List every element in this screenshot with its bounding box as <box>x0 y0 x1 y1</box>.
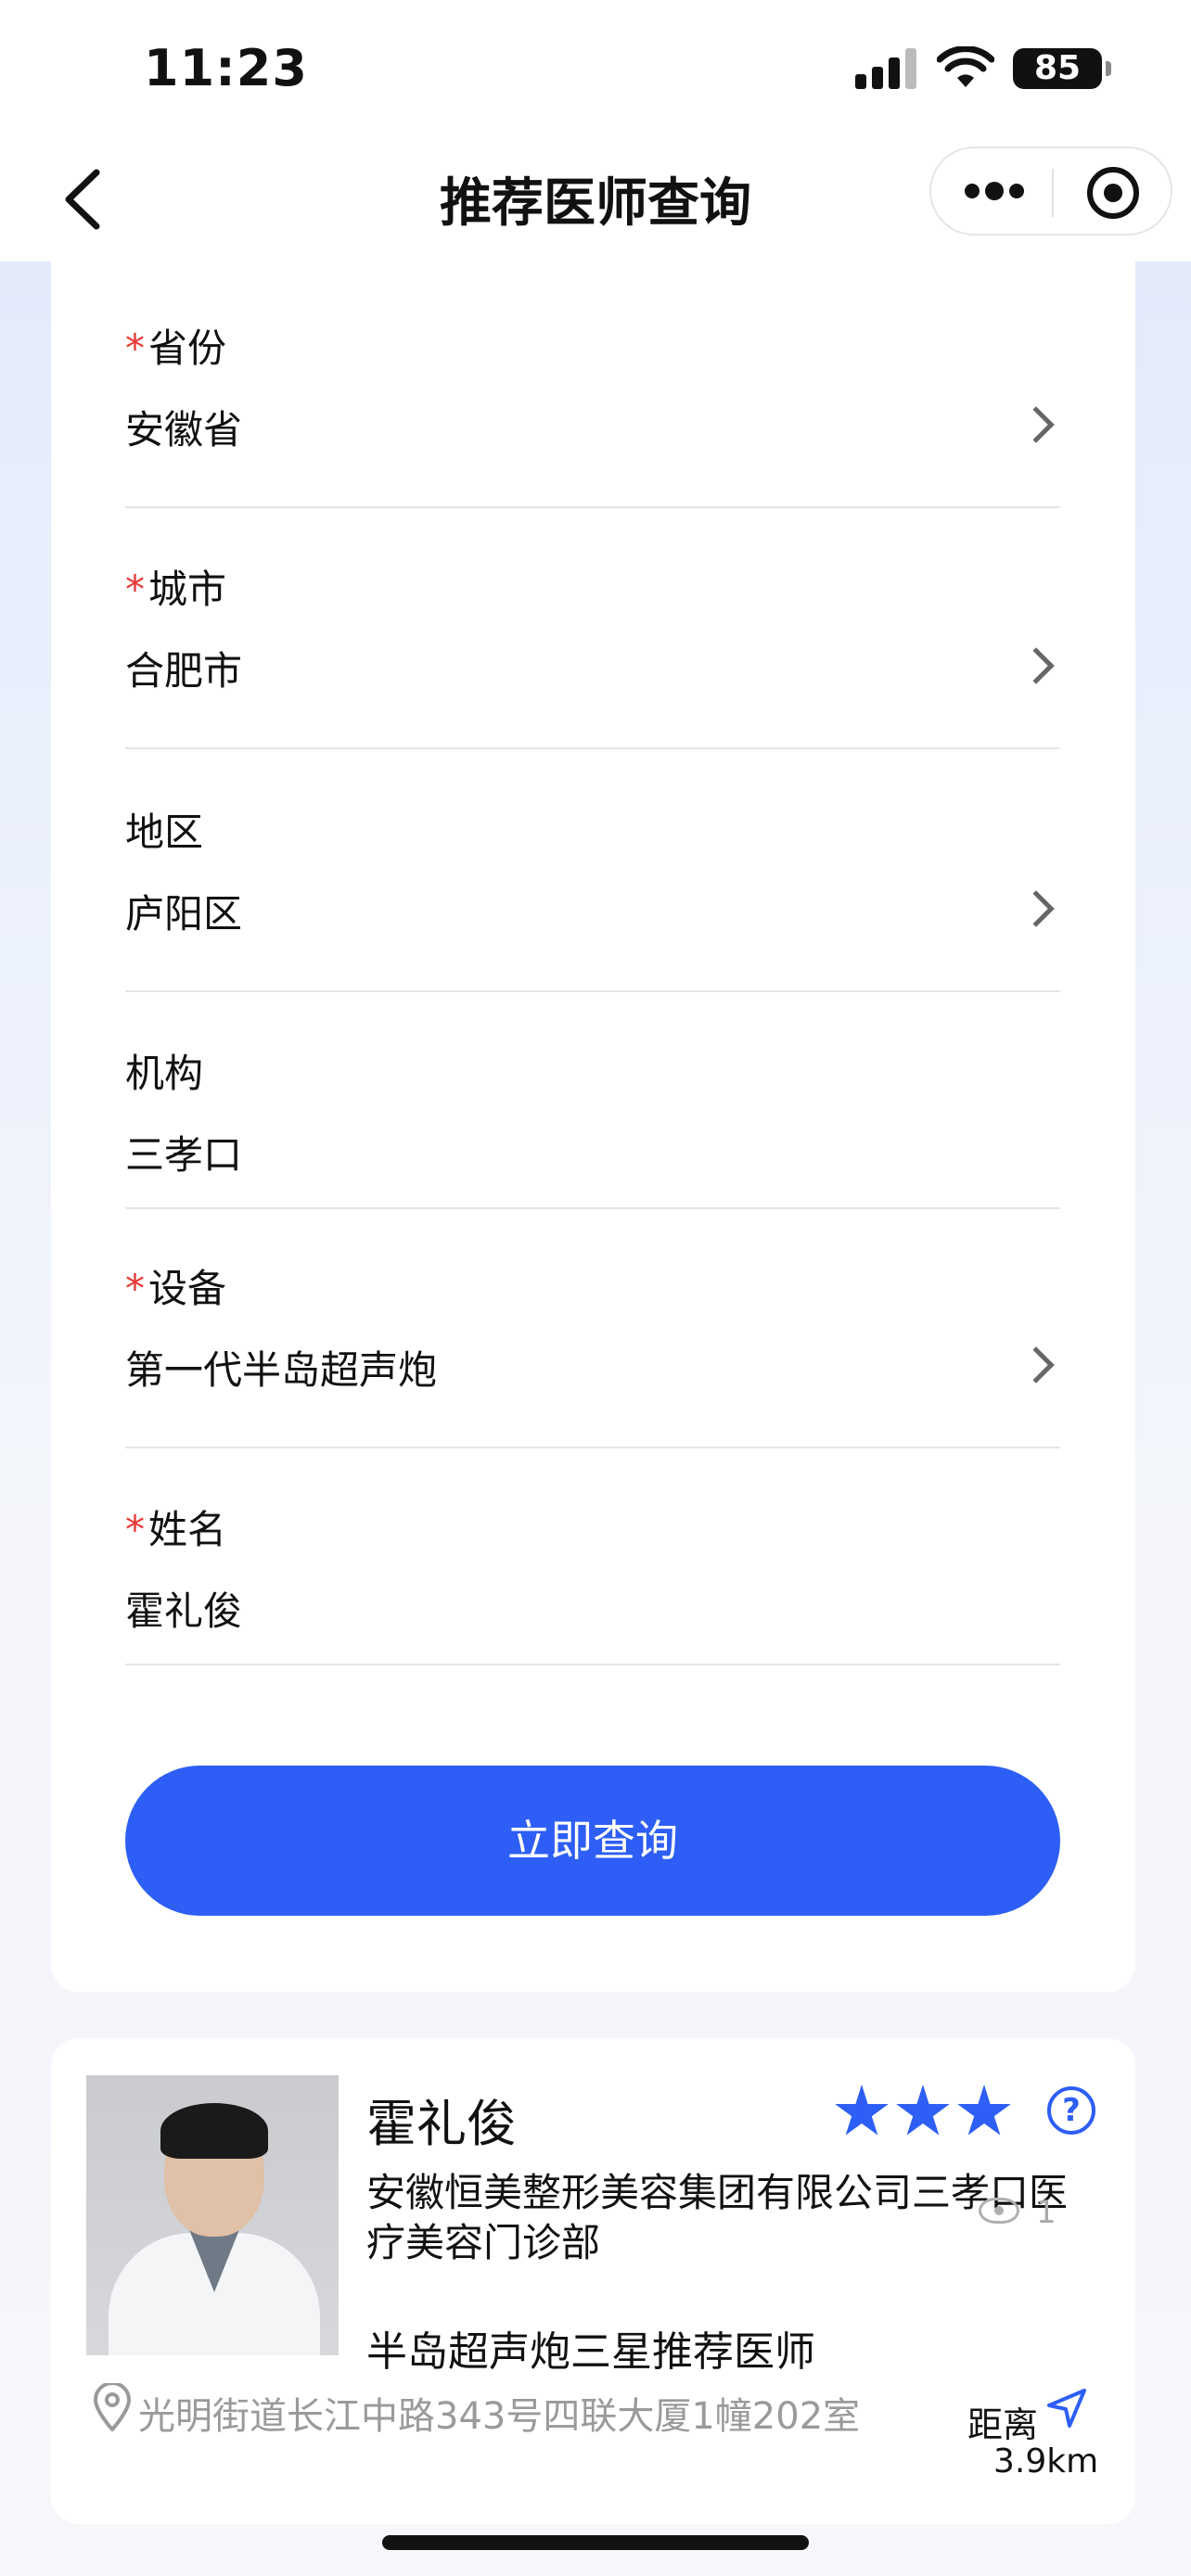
help-icon[interactable]: ? <box>1047 2086 1095 2135</box>
name-field[interactable]: *姓名 霍礼俊 <box>125 1498 1060 1665</box>
device-field[interactable]: *设备 第一代半岛超声炮 <box>125 1257 1060 1448</box>
required-mark: * <box>125 325 145 371</box>
star-icon <box>957 2085 1011 2136</box>
capsule-divider <box>1052 169 1054 217</box>
doctor-result-card[interactable]: 霍礼俊 ? 安徽恒美整形美容集团有限公司三孝口医疗美容门诊部 1 半岛超声炮三星… <box>51 2038 1135 2524</box>
star-icon <box>835 2085 889 2136</box>
more-icon[interactable] <box>965 182 1024 202</box>
city-label: *城市 <box>125 567 227 612</box>
eye-icon <box>979 2198 1019 2224</box>
province-label: *省份 <box>125 325 227 371</box>
distance-value: 3.9km <box>993 2442 1099 2480</box>
province-field[interactable]: *省份 安徽省 <box>125 317 1060 508</box>
view-count: 1 <box>1036 2194 1057 2231</box>
status-time: 11:23 <box>144 39 308 97</box>
doctor-name: 霍礼俊 <box>366 2095 517 2153</box>
distance-label: 距离 <box>967 2404 1039 2445</box>
device-label: *设备 <box>125 1266 227 1311</box>
device-value: 第一代半岛超声炮 <box>125 1347 438 1393</box>
chevron-right-icon <box>1018 647 1055 684</box>
city-value: 合肥市 <box>125 648 243 694</box>
name-label: *姓名 <box>125 1507 227 1552</box>
navigate-icon[interactable] <box>1045 2387 1088 2429</box>
required-mark: * <box>125 567 145 612</box>
district-label: 地区 <box>125 810 204 855</box>
query-button[interactable]: 立即查询 <box>125 1766 1060 1916</box>
required-mark: * <box>125 1507 145 1552</box>
home-indicator <box>382 2535 809 2550</box>
nav-bar: 推荐医师查询 <box>0 139 1191 261</box>
doctor-address: 光明街道长江中路343号四联大厦1幢202室 <box>138 2395 861 2438</box>
mini-program-capsule <box>929 147 1172 236</box>
status-bar: 11:23 85 <box>0 0 1191 139</box>
district-value: 庐阳区 <box>125 891 243 937</box>
chevron-right-icon <box>1018 1346 1055 1384</box>
institution-label: 机构 <box>125 1051 204 1096</box>
name-input[interactable]: 霍礼俊 <box>125 1580 242 1637</box>
close-target-icon[interactable] <box>1087 167 1139 219</box>
chevron-right-icon <box>1018 406 1055 443</box>
city-field[interactable]: *城市 合肥市 <box>125 558 1060 749</box>
doctor-photo <box>86 2075 339 2355</box>
institution-input[interactable]: 三孝口 <box>125 1124 242 1180</box>
institution-field[interactable]: 机构 三孝口 <box>125 1042 1060 1209</box>
chevron-right-icon <box>1018 890 1055 927</box>
signal-icon <box>855 48 916 89</box>
doctor-certification: 半岛超声炮三星推荐医师 <box>366 2328 815 2376</box>
wifi-icon <box>937 46 994 87</box>
query-form: *省份 安徽省 *城市 合肥市 地区 庐阳区 机构 三孝口 *设备 第一代半岛超… <box>51 261 1135 1992</box>
province-value: 安徽省 <box>125 407 243 453</box>
star-rating <box>834 2085 1018 2140</box>
required-mark: * <box>125 1266 145 1311</box>
district-field[interactable]: 地区 庐阳区 <box>125 801 1060 992</box>
star-icon <box>896 2085 950 2136</box>
battery-icon: 85 <box>1013 48 1111 89</box>
